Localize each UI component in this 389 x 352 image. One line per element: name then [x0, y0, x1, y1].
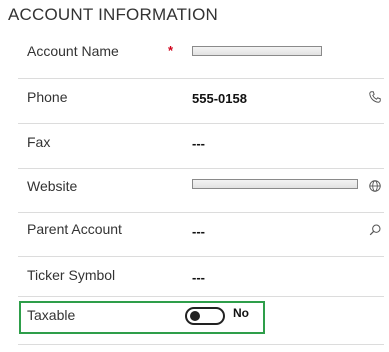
field-fax[interactable]: Fax --- — [18, 131, 384, 159]
field-label: Phone — [27, 89, 68, 105]
field-website[interactable]: Website — [18, 175, 384, 203]
field-account-name[interactable]: Account Name * — [18, 38, 384, 66]
phone-icon[interactable] — [368, 90, 382, 104]
field-label: Ticker Symbol — [27, 267, 116, 283]
redacted-value — [192, 179, 358, 189]
search-icon[interactable] — [368, 223, 382, 237]
section-title: ACCOUNT INFORMATION — [8, 5, 218, 24]
divider — [18, 256, 384, 257]
highlight-box — [19, 301, 265, 334]
field-label: Fax — [27, 134, 51, 150]
required-indicator: * — [168, 43, 174, 58]
field-value: --- — [192, 270, 205, 285]
field-value: --- — [192, 224, 205, 239]
divider — [18, 212, 384, 213]
divider — [18, 78, 384, 79]
field-label: Account Name — [27, 43, 119, 59]
field-phone[interactable]: Phone 555-0158 — [18, 86, 384, 114]
field-value: --- — [192, 136, 205, 151]
divider — [18, 296, 384, 297]
field-label: Website — [27, 178, 78, 194]
redacted-value — [192, 46, 322, 56]
field-ticker-symbol[interactable]: Ticker Symbol --- — [18, 265, 384, 293]
field-label: Parent Account — [27, 221, 122, 237]
field-parent-account[interactable]: Parent Account --- — [18, 219, 384, 247]
globe-icon[interactable] — [368, 179, 382, 193]
divider — [18, 123, 384, 124]
divider — [18, 168, 384, 169]
divider — [18, 344, 384, 345]
field-value: 555-0158 — [192, 91, 247, 106]
